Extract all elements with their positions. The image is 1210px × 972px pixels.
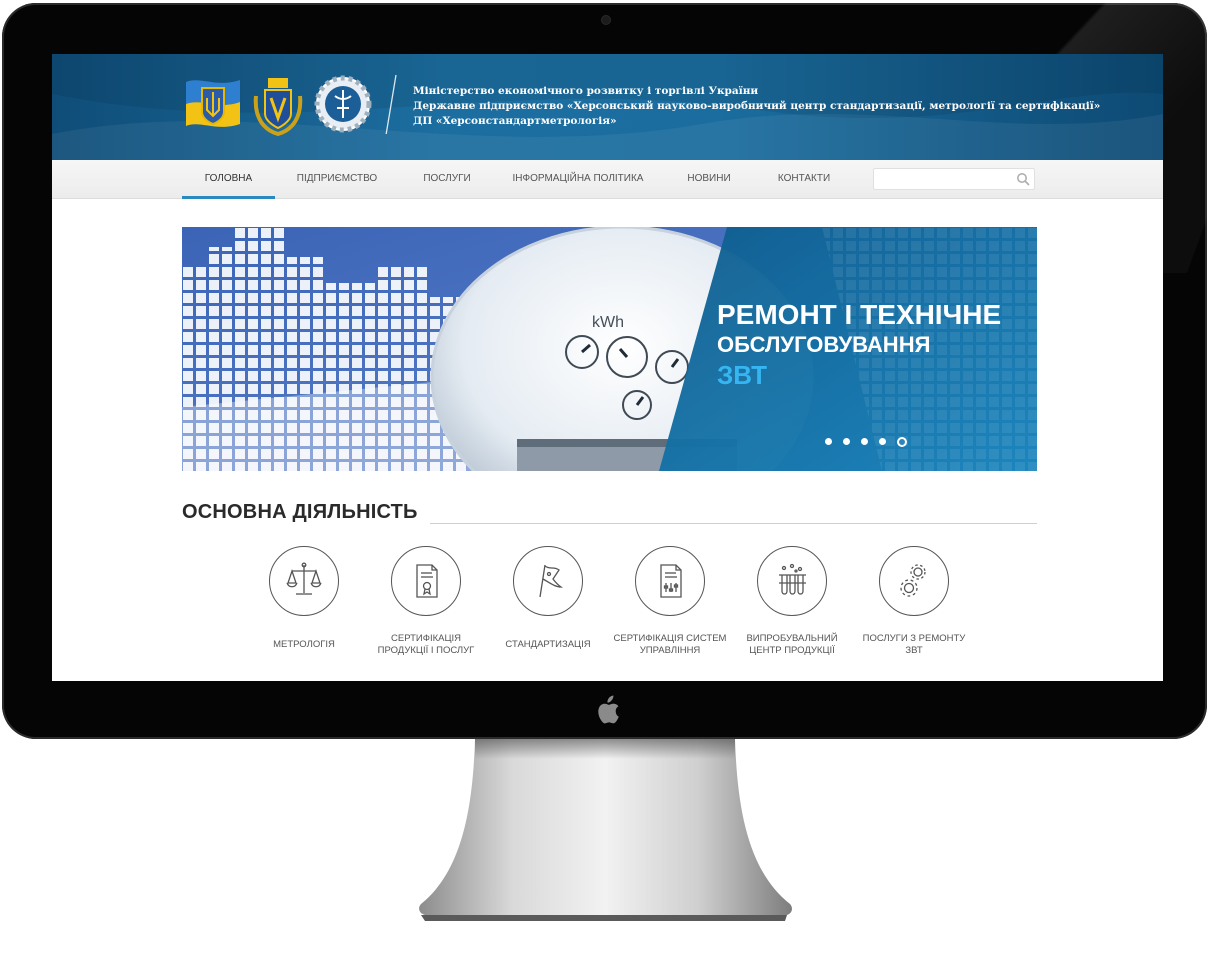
meter-unit-text: kWh xyxy=(592,314,624,331)
nav-item-home[interactable]: ГОЛОВНА xyxy=(182,160,275,199)
nav-item-enterprise[interactable]: ПІДПРИЄМСТВО xyxy=(292,160,382,198)
activity-circle xyxy=(757,546,827,616)
test-tubes-icon xyxy=(779,563,806,595)
section-title-underline xyxy=(430,523,1037,524)
header-divider xyxy=(385,74,397,134)
nav-item-services[interactable]: ПОСЛУГИ xyxy=(412,160,482,198)
main-navigation: ГОЛОВНА ПІДПРИЄМСТВО ПОСЛУГИ ІНФОРМАЦІЙН… xyxy=(52,160,1163,199)
search-input[interactable] xyxy=(878,170,1012,190)
activity-label: ПОСЛУГИ З РЕМОНТУ ЗВТ xyxy=(862,633,966,656)
slide-title[interactable]: РЕМОНТ І ТЕХНІЧНЕ ОБСЛУГОВУВАННЯ ЗВТ xyxy=(717,299,1001,391)
search-icon[interactable] xyxy=(1016,172,1030,186)
activity-label: СЕРТИФІКАЦІЯ ПРОДУКЦІЇ І ПОСЛУГ xyxy=(377,633,475,656)
activity-label: СЕРТИФІКАЦІЯ СИСТЕМ УПРАВЛІННЯ xyxy=(613,633,727,656)
slide-title-line1: РЕМОНТ І ТЕХНІЧНЕ xyxy=(717,299,1002,330)
slider-dot-4[interactable] xyxy=(879,438,886,446)
gears-icon xyxy=(900,564,926,597)
nav-item-contacts[interactable]: КОНТАКТИ xyxy=(770,160,838,198)
activity-circle xyxy=(391,546,461,616)
scales-icon xyxy=(286,562,322,595)
slide-title-line3: ЗВТ xyxy=(717,360,767,390)
activity-item-metrology[interactable]: МЕТРОЛОГІЯ xyxy=(244,546,364,657)
hero-slider: kWh РЕМОНТ І ТЕХНІЧНЕ ОБСЛУГОВУВАННЯ ЗВТ xyxy=(182,227,1037,471)
ministry-name: Міністерство економічного розвитку і тор… xyxy=(413,85,759,97)
kherson-region-emblem-icon[interactable] xyxy=(250,74,306,136)
activity-label: ВИПРОБУВАЛЬНИЙ ЦЕНТР ПРОДУКЦІЇ xyxy=(746,633,838,656)
header-organization-text: Міністерство економічного розвитку і тор… xyxy=(413,84,1100,129)
activity-label: СТАНДАРТИЗАЦІЯ xyxy=(505,639,591,650)
slider-dot-3[interactable] xyxy=(861,438,868,446)
activity-circle xyxy=(513,546,583,616)
standards-gear-emblem-icon[interactable] xyxy=(314,74,372,134)
slider-dot-5[interactable] xyxy=(897,436,907,447)
activity-item-standardization[interactable]: СТАНДАРТИЗАЦІЯ xyxy=(488,546,608,657)
certificate-icon xyxy=(416,564,438,598)
website-screen: Міністерство економічного розвитку і тор… xyxy=(52,54,1163,681)
activity-circle xyxy=(269,546,339,616)
enterprise-short-name: ДП «Херсонстандартметрологія» xyxy=(413,115,617,127)
activity-circle xyxy=(635,546,705,616)
site-header: Міністерство економічного розвитку і тор… xyxy=(52,54,1163,160)
activity-item-product-certification[interactable]: СЕРТИФІКАЦІЯ ПРОДУКЦІЇ І ПОСЛУГ xyxy=(366,546,486,657)
activity-item-management-systems-certification[interactable]: СЕРТИФІКАЦІЯ СИСТЕМ УПРАВЛІННЯ xyxy=(610,546,730,657)
nav-item-information-policy[interactable]: ІНФОРМАЦІЙНА ПОЛІТИКА xyxy=(510,160,646,198)
document-settings-icon xyxy=(660,564,682,598)
enterprise-full-name: Державне підприємство «Херсонський науко… xyxy=(413,100,1101,112)
nav-item-news[interactable]: НОВИНИ xyxy=(679,160,739,198)
ukraine-flag-emblem-icon[interactable] xyxy=(182,74,244,134)
camera xyxy=(602,16,610,24)
flag-icon xyxy=(539,564,564,598)
activity-label: МЕТРОЛОГІЯ xyxy=(273,639,335,650)
activity-item-repair-services[interactable]: ПОСЛУГИ З РЕМОНТУ ЗВТ xyxy=(854,546,974,657)
activity-item-testing-center[interactable]: ВИПРОБУВАЛЬНИЙ ЦЕНТР ПРОДУКЦІЇ xyxy=(732,546,852,657)
search-box xyxy=(873,168,1035,190)
activity-circle xyxy=(879,546,949,616)
slide-title-line2: ОБСЛУГОВУВАННЯ xyxy=(717,332,931,357)
slider-dot-2[interactable] xyxy=(843,438,850,446)
monitor-bezel: Міністерство економічного розвитку і тор… xyxy=(2,3,1207,739)
section-title: ОСНОВНА ДІЯЛЬНІСТЬ xyxy=(182,501,418,523)
apple-logo-icon xyxy=(598,695,619,724)
slider-dot-1[interactable] xyxy=(825,438,832,446)
monitor-stand xyxy=(419,739,792,921)
slider-pagination xyxy=(825,433,918,451)
